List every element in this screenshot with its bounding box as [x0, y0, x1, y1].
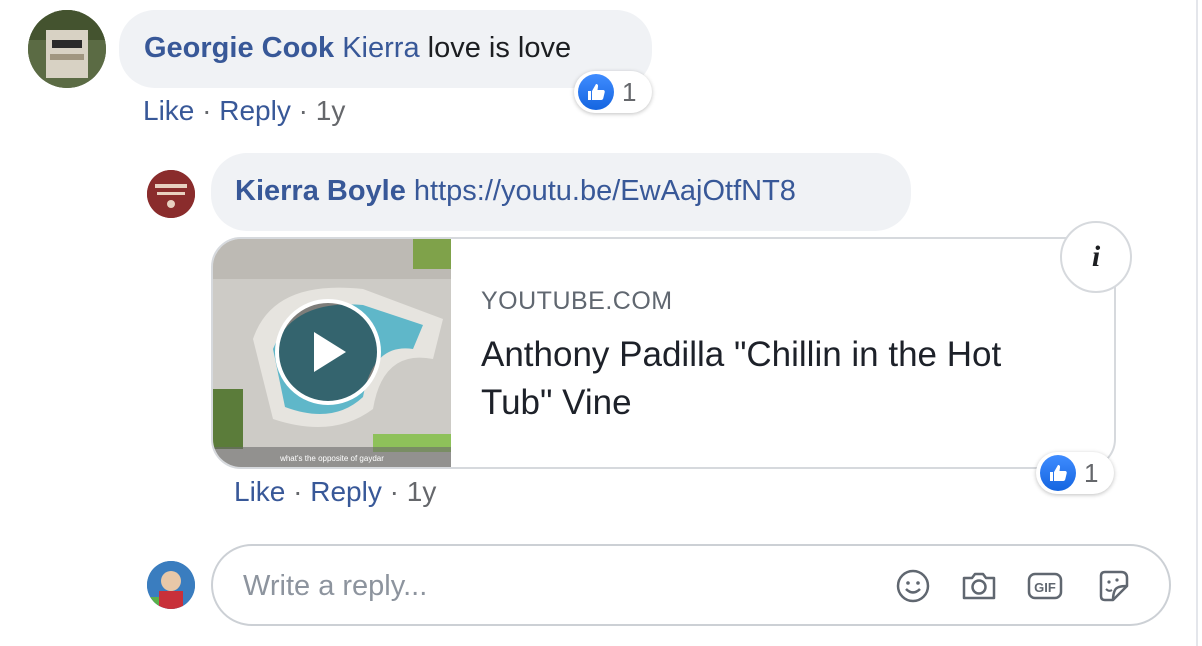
comment-author[interactable]: Georgie Cook	[144, 32, 334, 64]
commenter-avatar[interactable]	[28, 10, 106, 88]
like-reaction-icon	[1040, 455, 1076, 491]
link-preview-card[interactable]: what's the opposite of gaydar YOUTUBE.CO…	[211, 237, 1116, 469]
comment-mention[interactable]: Kierra	[342, 32, 419, 64]
separator: ·	[202, 95, 212, 126]
reply-author-avatar[interactable]	[147, 170, 195, 218]
reply-reply-link[interactable]: Reply	[310, 476, 382, 507]
reply-reaction-count: 1	[1084, 457, 1099, 488]
separator: ·	[293, 476, 303, 507]
reply-timestamp[interactable]: 1y	[407, 476, 437, 507]
svg-text:GIF: GIF	[1034, 580, 1056, 595]
comment-text: love is love	[427, 32, 572, 64]
emoji-icon[interactable]	[893, 566, 933, 606]
sticker-icon[interactable]	[1093, 566, 1133, 606]
comment-bubble: Georgie Cook Kierra love is love	[119, 10, 652, 88]
video-thumbnail[interactable]: what's the opposite of gaydar	[213, 239, 451, 467]
separator: ·	[389, 476, 399, 507]
info-icon[interactable]: i	[1060, 221, 1132, 293]
reply-reactions[interactable]: 1	[1036, 452, 1114, 494]
camera-icon[interactable]	[959, 566, 999, 606]
separator: ·	[298, 95, 308, 126]
thumbnail-caption: what's the opposite of gaydar	[279, 454, 384, 463]
preview-source: YOUTUBE.COM	[481, 287, 673, 315]
reply-input[interactable]	[241, 564, 845, 608]
reply-like-link[interactable]: Like	[234, 476, 285, 507]
comment-actions: Like · Reply · 1y	[143, 95, 345, 127]
reply-actions: Like · Reply · 1y	[234, 476, 436, 508]
reply-composer: GIF	[211, 544, 1171, 626]
preview-title[interactable]: Anthony Padilla "Chillin in the Hot Tub"…	[481, 331, 1061, 427]
comment-timestamp[interactable]: 1y	[316, 95, 346, 126]
reply-author[interactable]: Kierra Boyle	[235, 175, 406, 207]
reply-link[interactable]: https://youtu.be/EwAajOtfNT8	[414, 175, 796, 207]
info-icon-glyph: i	[1091, 240, 1101, 273]
reply-bubble: Kierra Boyle https://youtu.be/EwAajOtfNT…	[211, 153, 911, 231]
comment-reaction-count: 1	[622, 76, 637, 107]
panel-right-border	[1196, 0, 1198, 646]
current-user-avatar[interactable]	[147, 561, 195, 609]
like-reaction-icon	[578, 74, 614, 110]
comment-reactions[interactable]: 1	[574, 71, 652, 113]
gif-icon[interactable]: GIF	[1025, 566, 1065, 606]
play-icon[interactable]	[275, 299, 381, 405]
comment-like-link[interactable]: Like	[143, 95, 194, 126]
comment-reply-link[interactable]: Reply	[219, 95, 291, 126]
